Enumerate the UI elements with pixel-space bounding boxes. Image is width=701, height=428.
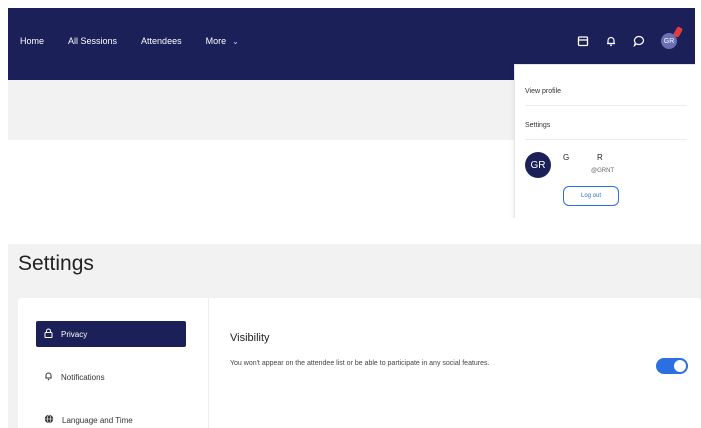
view-profile-link[interactable]: View profile [525, 88, 561, 95]
visibility-description: You won't appear on the attendee list or… [230, 360, 490, 367]
nav-more-label: More [205, 36, 227, 46]
bell-icon[interactable] [605, 35, 617, 47]
sidebar-item-label: Privacy [61, 329, 88, 339]
sidebar-item-privacy[interactable]: Privacy [36, 321, 186, 347]
avatar: GR [525, 152, 551, 178]
page-title: Settings [18, 252, 94, 275]
settings-sidebar: Privacy Notifications Language and Time [18, 298, 209, 428]
user-handle: @GRNT [591, 168, 615, 174]
nav-more[interactable]: More ⌄ [206, 36, 239, 46]
settings-card: Privacy Notifications Language and Time … [18, 298, 701, 428]
profile-dropdown: View profile Settings GR G R @GRNT Log o… [514, 64, 695, 218]
avatar-initials: GR [663, 37, 675, 45]
visibility-title: Visibility [230, 332, 270, 344]
nav-attendees[interactable]: Attendees [141, 36, 182, 46]
user-first-name: G [563, 153, 570, 162]
nav-items: Home All Sessions Attendees More ⌄ [20, 36, 263, 46]
notification-badge [672, 26, 684, 38]
user-avatar-button[interactable]: GR [661, 26, 684, 49]
settings-page: Settings Privacy Notifications Language … [8, 244, 701, 428]
sidebar-item-label: Notifications [61, 372, 105, 382]
visibility-toggle[interactable] [656, 358, 688, 374]
calendar-icon[interactable] [577, 35, 589, 47]
top-snapshot: Home All Sessions Attendees More ⌄ GR Vi… [8, 8, 695, 218]
divider [525, 105, 687, 106]
sidebar-item-label: Language and Time [62, 415, 133, 425]
lock-icon [44, 328, 53, 340]
chat-icon[interactable] [633, 35, 645, 47]
settings-link[interactable]: Settings [525, 122, 550, 129]
chevron-down-icon: ⌄ [232, 36, 239, 46]
bell-icon [44, 371, 53, 383]
user-last-name: R [597, 153, 603, 162]
nav-icons: GR [577, 26, 684, 49]
globe-icon [44, 414, 54, 426]
sidebar-item-notifications[interactable]: Notifications [36, 364, 186, 390]
logout-button[interactable]: Log out [563, 186, 619, 206]
toggle-knob [674, 360, 686, 372]
divider [525, 139, 687, 140]
nav-home[interactable]: Home [20, 36, 44, 46]
sidebar-item-language-and-time[interactable]: Language and Time [36, 407, 186, 428]
nav-all-sessions[interactable]: All Sessions [68, 36, 117, 46]
